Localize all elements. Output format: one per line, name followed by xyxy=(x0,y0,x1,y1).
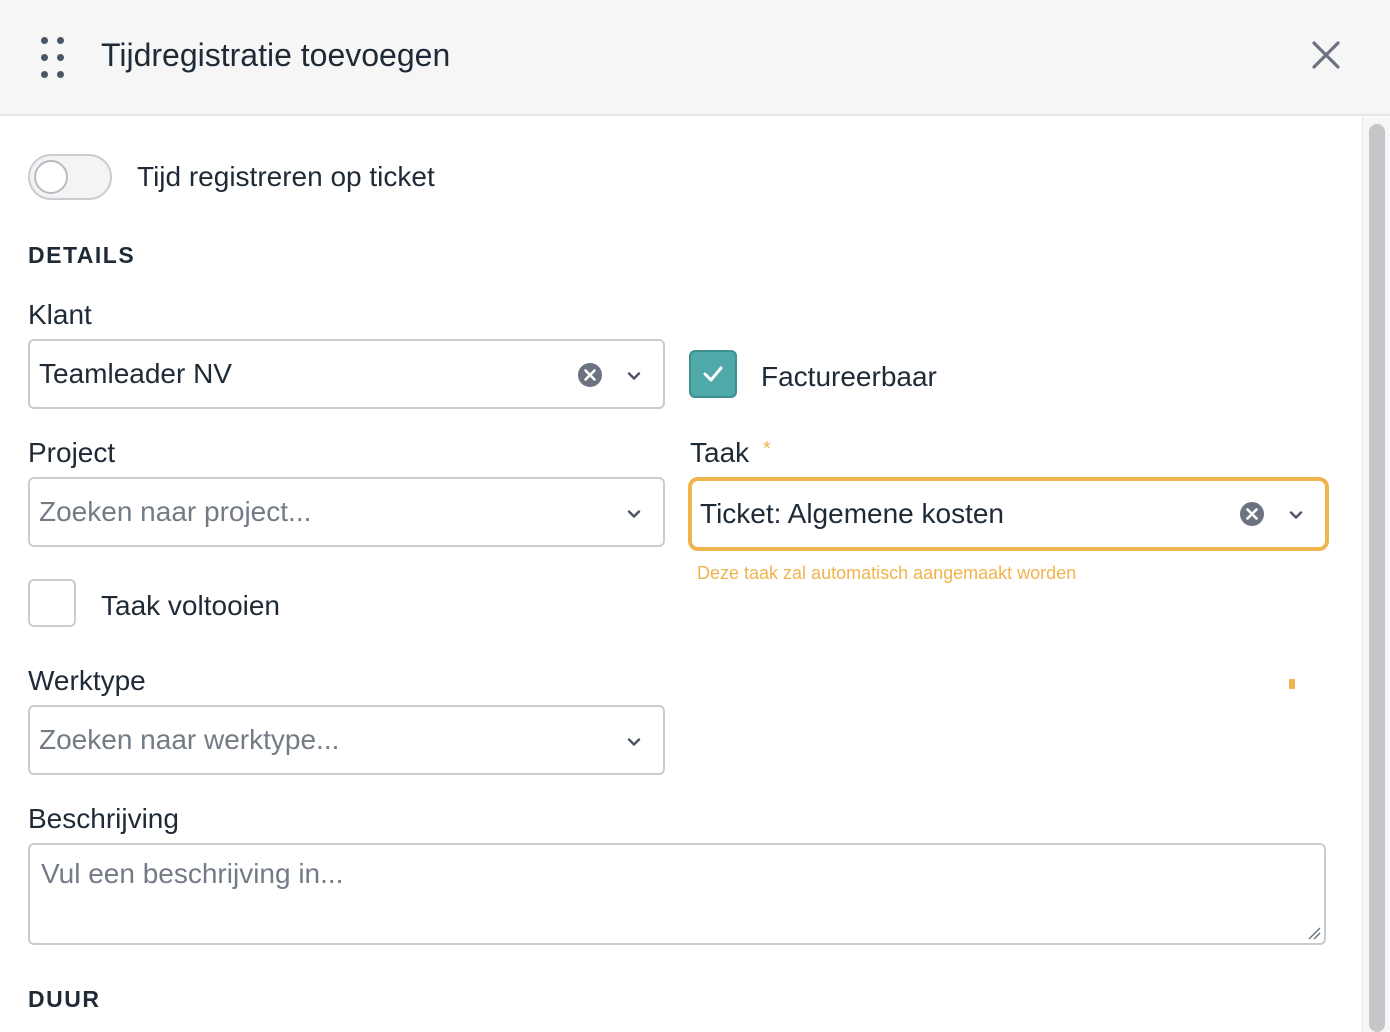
beschrijving-label: Beschrijving xyxy=(28,803,179,834)
close-icon xyxy=(1312,41,1340,69)
beschrijving-placeholder: Vul een beschrijving in... xyxy=(41,858,344,889)
beschrijving-textarea[interactable]: Vul een beschrijving in... xyxy=(28,843,1326,945)
factureerbaar-checkbox[interactable] xyxy=(689,350,737,398)
section-title-duur: DUUR xyxy=(28,986,101,1012)
warning-marker xyxy=(1289,679,1295,689)
taak-value: Ticket: Algemene kosten xyxy=(700,498,1005,529)
werktype-label: Werktype xyxy=(28,665,146,696)
klant-value: Teamleader NV xyxy=(39,358,232,389)
werktype-select[interactable]: Zoeken naar werktype... xyxy=(28,705,665,775)
ticket-toggle[interactable] xyxy=(28,154,112,200)
chevron-down-icon[interactable] xyxy=(1286,505,1306,525)
drag-handle-icon[interactable] xyxy=(38,34,68,78)
modal-title: Tijdregistratie toevoegen xyxy=(101,37,451,73)
chevron-down-icon[interactable] xyxy=(624,366,644,386)
taak-hint: Deze taak zal automatisch aangemaakt wor… xyxy=(697,563,1077,583)
taak-voltooien-checkbox[interactable] xyxy=(28,579,76,627)
werktype-placeholder: Zoeken naar werktype... xyxy=(39,724,340,755)
klant-select[interactable]: Teamleader NV xyxy=(28,339,665,409)
resize-grip-icon[interactable] xyxy=(1307,926,1321,940)
close-button[interactable] xyxy=(1303,32,1349,78)
project-label: Project xyxy=(28,437,116,468)
ticket-toggle-label: Tijd registreren op ticket xyxy=(137,161,435,192)
taak-label: Taak * xyxy=(690,437,771,469)
project-select[interactable]: Zoeken naar project... xyxy=(28,477,665,547)
chevron-down-icon[interactable] xyxy=(624,504,644,524)
required-marker: * xyxy=(762,438,771,460)
scrollbar-thumb[interactable] xyxy=(1369,124,1385,1032)
taak-label-text: Taak xyxy=(690,437,750,468)
modal-header: Tijdregistratie toevoegen xyxy=(0,0,1390,116)
toggle-knob xyxy=(34,160,68,194)
clear-icon[interactable] xyxy=(1239,501,1265,527)
section-title-details: DETAILS xyxy=(28,242,136,268)
klant-label: Klant xyxy=(28,299,92,330)
taak-voltooien-label: Taak voltooien xyxy=(101,590,281,621)
check-icon xyxy=(703,366,723,382)
taak-select[interactable]: Ticket: Algemene kosten xyxy=(688,477,1329,551)
chevron-down-icon[interactable] xyxy=(624,732,644,752)
factureerbaar-label: Factureerbaar xyxy=(761,361,937,392)
clear-icon[interactable] xyxy=(577,362,603,388)
project-placeholder: Zoeken naar project... xyxy=(39,496,312,527)
